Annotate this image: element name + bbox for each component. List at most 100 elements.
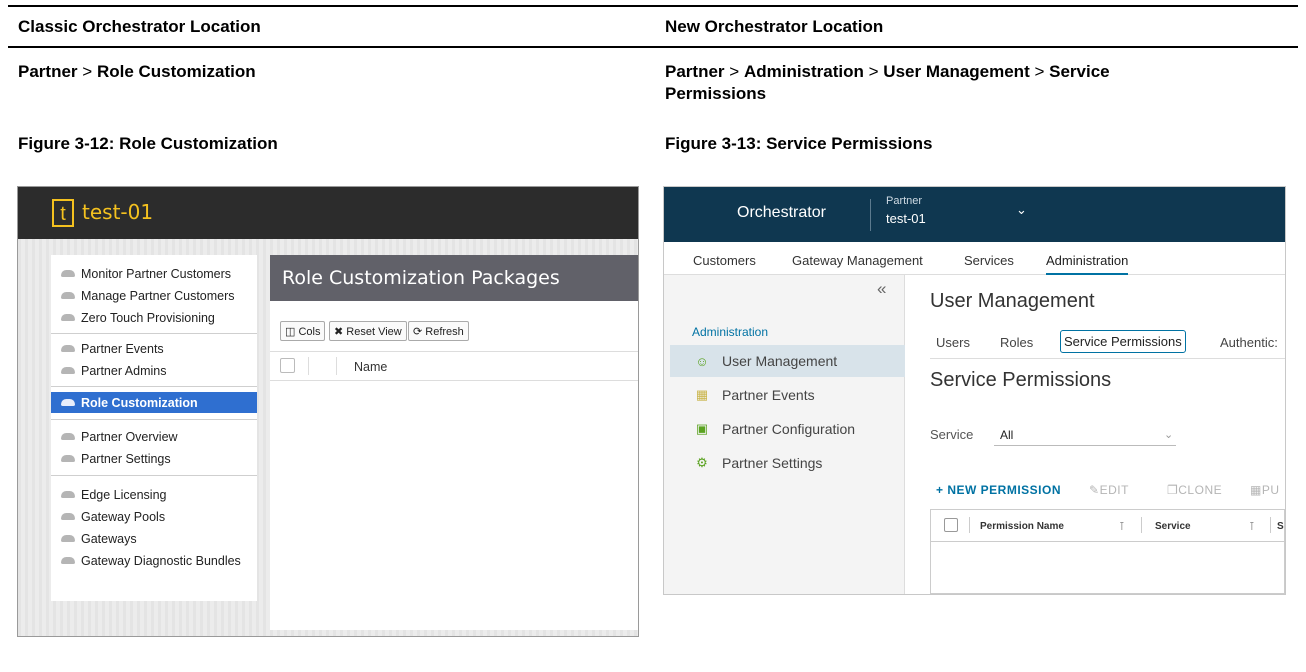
sidebar-item-gateway-diagnostic-bundles[interactable]: Gateway Diagnostic Bundles: [51, 550, 257, 571]
sidebar-item-partner-events[interactable]: ▦ Partner Events: [670, 379, 905, 411]
filter-icon[interactable]: ⊺: [1119, 520, 1125, 533]
table-header-rule: [8, 46, 1298, 48]
path-separator: >: [82, 62, 93, 81]
new-orchestrator-screenshot: Orchestrator Partner test-01 ⌄ Customers…: [663, 186, 1286, 595]
header-divider: [870, 199, 871, 231]
cols-button[interactable]: ◫ Cols: [280, 321, 326, 341]
context-label: Partner: [886, 195, 923, 207]
path-separator: >: [868, 62, 879, 81]
sidebar-item-label: Partner Settings: [81, 451, 171, 466]
gear-icon: ⚙: [696, 455, 708, 470]
classic-location-path: Partner > Role Customization: [18, 61, 256, 83]
classic-orchestrator-screenshot: t test-01 Monitor Partner Customers Mana…: [17, 186, 639, 637]
edit-button[interactable]: ✎EDIT: [1089, 483, 1129, 497]
edit-icon: ✎: [1089, 483, 1100, 497]
clone-button[interactable]: ❐CLONE: [1167, 483, 1222, 497]
filter-icon[interactable]: ⊺: [1249, 520, 1255, 533]
sidebar-item-label: Edge Licensing: [81, 487, 167, 502]
sidebar-divider: [51, 386, 257, 387]
cloud-icon: [61, 314, 75, 321]
chevron-down-icon[interactable]: ⌄: [1164, 428, 1173, 441]
sidebar-item-edge-licensing[interactable]: Edge Licensing: [51, 484, 257, 505]
sidebar-item-gateways[interactable]: Gateways: [51, 528, 257, 549]
sidebar-item-manage-partner-customers[interactable]: Manage Partner Customers: [51, 285, 257, 306]
sidebar-item-label: Manage Partner Customers: [81, 288, 235, 303]
refresh-button[interactable]: ⟳ Refresh: [408, 321, 469, 341]
app-name[interactable]: test-01: [82, 200, 153, 224]
col2-header: New Orchestrator Location: [665, 17, 884, 36]
page-title: User Management: [930, 290, 1095, 312]
service-filter-label: Service: [930, 427, 974, 442]
tab-service-permissions[interactable]: Service Permissions: [1060, 330, 1186, 353]
collapse-sidebar-icon[interactable]: «: [877, 279, 886, 299]
edit-label: EDIT: [1099, 483, 1129, 497]
sidebar-item-label: Gateway Pools: [81, 509, 166, 524]
context-selector[interactable]: test-01: [886, 211, 926, 226]
path-segment: Partner: [18, 62, 78, 81]
sidebar-item-label: Role Customization: [81, 395, 198, 410]
col1-header: Classic Orchestrator Location: [18, 17, 261, 36]
tab-users[interactable]: Users: [936, 335, 970, 350]
subtab-divider: [930, 358, 1285, 359]
sidebar-item-label: Gateway Diagnostic Bundles: [81, 553, 241, 568]
sidebar-item-partner-admins[interactable]: Partner Admins: [51, 360, 257, 381]
sidebar-item-label: Zero Touch Provisioning: [81, 310, 215, 325]
path-segment: Partner: [665, 62, 725, 81]
sidebar-item-partner-settings[interactable]: ⚙ Partner Settings: [670, 447, 905, 479]
column-separator: [1270, 517, 1271, 533]
sidebar-item-partner-configuration[interactable]: ▣ Partner Configuration: [670, 413, 905, 445]
sidebar-item-partner-events[interactable]: Partner Events: [51, 338, 257, 359]
sidebar-item-partner-settings[interactable]: Partner Settings: [51, 448, 257, 469]
tab-customers[interactable]: Customers: [693, 253, 756, 268]
cloud-icon: [61, 292, 75, 299]
tab-authentication[interactable]: Authentic:: [1220, 335, 1278, 350]
cloud-icon: [61, 433, 75, 440]
select-all-checkbox[interactable]: [944, 518, 958, 532]
sidebar-divider: [51, 333, 257, 334]
column-separator: [336, 357, 337, 375]
sidebar-item-partner-overview[interactable]: Partner Overview: [51, 426, 257, 447]
clone-icon: ❐: [1167, 483, 1179, 497]
cloud-icon: [61, 367, 75, 374]
cloud-icon: [61, 491, 75, 498]
sidebar-item-zero-touch-provisioning[interactable]: Zero Touch Provisioning: [51, 307, 257, 328]
sidebar-item-label: Partner Events: [722, 387, 815, 403]
sidebar-item-label: Partner Overview: [81, 429, 178, 444]
column-header-more[interactable]: S: [1277, 521, 1284, 532]
page-title: Role Customization Packages: [270, 255, 638, 301]
sidebar-item-monitor-partner-customers[interactable]: Monitor Partner Customers: [51, 263, 257, 284]
cloud-icon: [61, 345, 75, 352]
sidebar-item-label: Partner Admins: [81, 363, 167, 378]
clone-label: CLONE: [1178, 483, 1223, 497]
tab-administration[interactable]: Administration: [1046, 253, 1129, 275]
column-header-name[interactable]: Name: [354, 360, 387, 374]
sidebar-item-label: Gateways: [81, 531, 137, 546]
users-icon: ☺: [695, 353, 709, 369]
path-segment: Administration: [743, 62, 864, 81]
sidebar-item-label: User Management: [722, 353, 838, 369]
new-location-path: Partner > Administration > User Manageme…: [665, 61, 1165, 105]
figure-caption: Figure 3-12: Role Customization: [18, 134, 278, 153]
tab-gateway-management[interactable]: Gateway Management: [792, 253, 923, 268]
cloud-icon: [61, 535, 75, 542]
new-permission-button[interactable]: + NEW PERMISSION: [936, 483, 1061, 497]
classic-sidebar: Monitor Partner Customers Manage Partner…: [51, 255, 257, 601]
column-header-permission-name[interactable]: Permission Name: [980, 521, 1064, 532]
tab-roles[interactable]: Roles: [1000, 335, 1033, 350]
more-action-button[interactable]: ▦PU: [1250, 483, 1280, 497]
column-header-service[interactable]: Service: [1155, 521, 1191, 532]
sidebar-item-label: Partner Settings: [722, 455, 823, 471]
table-top-rule: [8, 5, 1298, 7]
app-logo[interactable]: t: [52, 199, 74, 227]
sidebar-item-user-management[interactable]: ☺ User Management: [670, 345, 905, 377]
sidebar-item-role-customization[interactable]: Role Customization: [51, 392, 257, 413]
tab-services[interactable]: Services: [964, 253, 1014, 268]
reset-view-button[interactable]: ✖ Reset View: [329, 321, 407, 341]
cloud-icon: [61, 455, 75, 462]
chevron-down-icon[interactable]: ⌄: [1016, 202, 1027, 218]
select-all-checkbox[interactable]: [280, 358, 295, 373]
sidebar-item-gateway-pools[interactable]: Gateway Pools: [51, 506, 257, 527]
app-name[interactable]: Orchestrator: [737, 204, 826, 222]
service-select[interactable]: All: [1000, 428, 1013, 442]
sidebar-section-title: Administration: [692, 325, 769, 339]
